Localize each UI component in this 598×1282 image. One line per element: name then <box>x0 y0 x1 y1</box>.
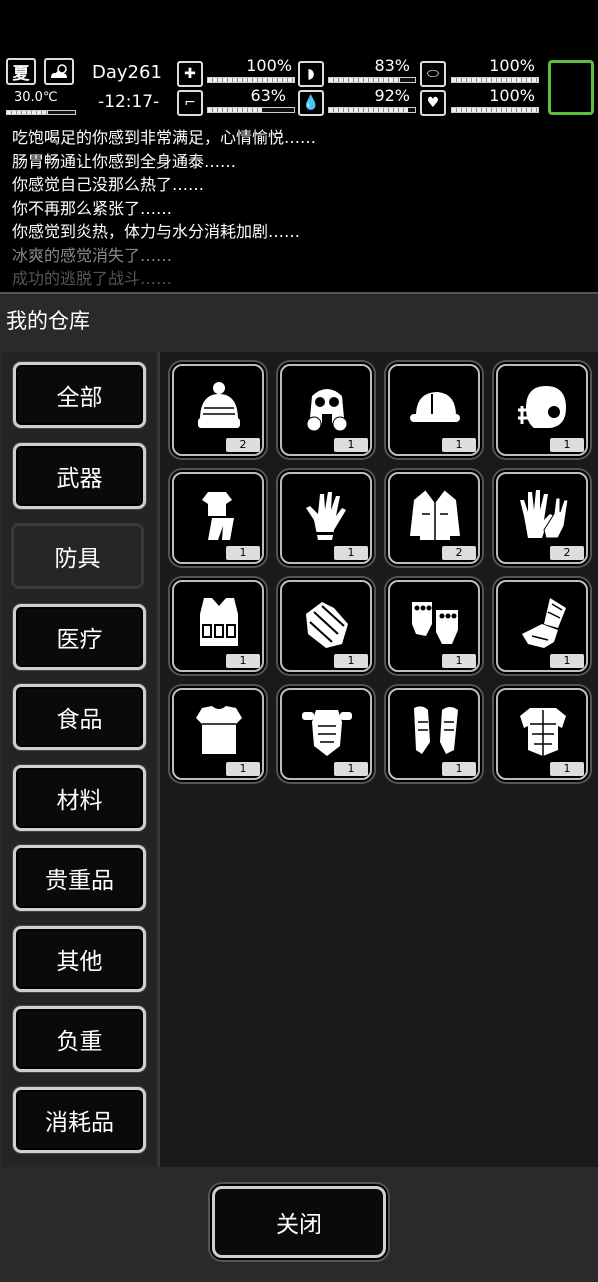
category-valuables[interactable]: 贵重品 <box>13 845 146 911</box>
day-counter: Day261 <box>92 62 162 83</box>
category-load[interactable]: 负重 <box>13 1006 146 1072</box>
hard-hat-icon <box>410 392 460 422</box>
message-log: 吃饱喝足的你感到非常满足，心情愉悦…… 肠胃畅通让你感到全身通泰…… 你感觉自己… <box>0 126 598 286</box>
item-count: 2 <box>442 546 476 560</box>
stomach-bar <box>328 77 416 83</box>
football-helmet-icon <box>518 386 566 428</box>
item-count: 1 <box>442 762 476 776</box>
log-line: 肠胃畅通让你感到全身通泰…… <box>12 151 237 171</box>
pill-value: 100% <box>489 56 535 75</box>
temperature-value: 30.0℃ <box>14 90 58 105</box>
item-slot[interactable]: 1 <box>280 472 372 564</box>
tactical-gloves-icon <box>306 602 348 648</box>
stamina-bar <box>207 107 295 113</box>
status-bar: 夏 30.0℃ Day261 -12:17- ✚ 100% ◗ 83% ⬭ 10… <box>0 56 598 120</box>
mood-bar <box>451 107 539 113</box>
item-count: 1 <box>334 762 368 776</box>
category-other[interactable]: 其他 <box>13 926 146 992</box>
health-icon: ✚ <box>177 61 203 87</box>
log-line: 冰爽的感觉消失了…… <box>12 245 173 265</box>
log-line: 你感觉到炎热，体力与水分消耗加剧…… <box>12 222 301 241</box>
item-slot[interactable]: 1 <box>280 364 372 456</box>
water-drop-icon: 💧 <box>298 90 324 116</box>
log-line: 吃饱喝足的你感到非常满足，心情愉悦…… <box>12 128 317 147</box>
category-medical[interactable]: 医疗 <box>13 604 146 670</box>
body-armor-icon <box>302 710 352 756</box>
stomach-value: 83% <box>374 56 410 75</box>
item-slot[interactable]: 1 <box>172 580 264 672</box>
water-bar <box>328 107 416 113</box>
stamina-value: 63% <box>250 86 286 105</box>
leg-guards-icon <box>414 706 458 754</box>
armored-gauntlet-icon <box>522 598 566 648</box>
log-line: 成功的逃脱了战斗…… <box>12 269 173 286</box>
item-count: 1 <box>334 546 368 560</box>
item-count: 1 <box>442 438 476 452</box>
item-slot[interactable]: 1 <box>172 688 264 780</box>
item-count: 1 <box>334 438 368 452</box>
game-time: -12:17- <box>98 92 160 112</box>
panel-title: 我的仓库 <box>6 309 90 333</box>
item-slot[interactable]: 1 <box>280 688 372 780</box>
item-count: 1 <box>226 762 260 776</box>
item-slot[interactable]: 1 <box>496 688 588 780</box>
category-all[interactable]: 全部 <box>13 362 146 428</box>
fingerless-gloves-icon <box>412 602 458 644</box>
item-count: 2 <box>550 546 584 560</box>
stomach-icon: ◗ <box>298 61 324 87</box>
jacket-icon <box>410 489 460 540</box>
work-gloves-icon <box>520 490 569 539</box>
foot-icon: ⌐ <box>177 90 203 116</box>
item-slot[interactable]: 2 <box>388 472 480 564</box>
item-count: 1 <box>550 654 584 668</box>
item-count: 1 <box>442 654 476 668</box>
item-slot[interactable]: 1 <box>388 364 480 456</box>
item-slot[interactable]: 1 <box>496 580 588 672</box>
category-materials[interactable]: 材料 <box>13 765 146 831</box>
item-slot[interactable]: 1 <box>172 472 264 564</box>
item-count: 1 <box>550 438 584 452</box>
heart-icon: ♥ <box>420 90 446 116</box>
water-value: 92% <box>374 86 410 105</box>
item-slot[interactable]: 1 <box>496 364 588 456</box>
item-slot[interactable]: 1 <box>388 580 480 672</box>
quick-slot-button[interactable] <box>548 60 594 115</box>
thin-glove-icon <box>306 492 346 540</box>
log-line: 你感觉自己没那么热了…… <box>12 175 205 194</box>
health-bar <box>207 77 295 83</box>
item-count: 1 <box>550 762 584 776</box>
pill-bar <box>451 77 539 83</box>
category-sidebar[interactable]: 全部 武器 防具 医疗 食品 材料 贵重品 其他 负重 消耗品 <box>2 352 156 1167</box>
mood-value: 100% <box>489 86 535 105</box>
temperature-bar <box>6 110 76 115</box>
item-slot[interactable]: 1 <box>280 580 372 672</box>
season-badge: 夏 <box>6 58 36 85</box>
weather-cloud-sun-icon <box>44 58 74 85</box>
item-count: 1 <box>226 654 260 668</box>
knit-hat-icon <box>198 382 240 428</box>
item-count: 1 <box>334 654 368 668</box>
gas-mask-icon <box>306 389 348 432</box>
close-button[interactable]: 关闭 <box>212 1186 386 1258</box>
item-count: 1 <box>226 546 260 560</box>
item-count: 2 <box>226 438 260 452</box>
category-food[interactable]: 食品 <box>13 684 146 750</box>
item-grid[interactable]: 2 1 1 1 1 1 2 2 1 1 1 1 1 1 1 1 <box>158 352 598 1167</box>
item-slot[interactable]: 2 <box>172 364 264 456</box>
health-value: 100% <box>246 56 292 75</box>
pajamas-icon <box>202 492 234 540</box>
category-weapons[interactable]: 武器 <box>13 443 146 509</box>
tactical-vest-icon <box>200 598 238 646</box>
category-armor[interactable]: 防具 <box>11 523 144 589</box>
item-slot[interactable]: 1 <box>388 688 480 780</box>
plate-armor-icon <box>520 708 566 756</box>
category-consumables[interactable]: 消耗品 <box>13 1087 146 1153</box>
item-slot[interactable]: 2 <box>496 472 588 564</box>
pill-icon: ⬭ <box>420 61 446 87</box>
log-line: 你不再那么紧张了…… <box>12 198 173 218</box>
chest-guard-icon <box>196 706 242 754</box>
